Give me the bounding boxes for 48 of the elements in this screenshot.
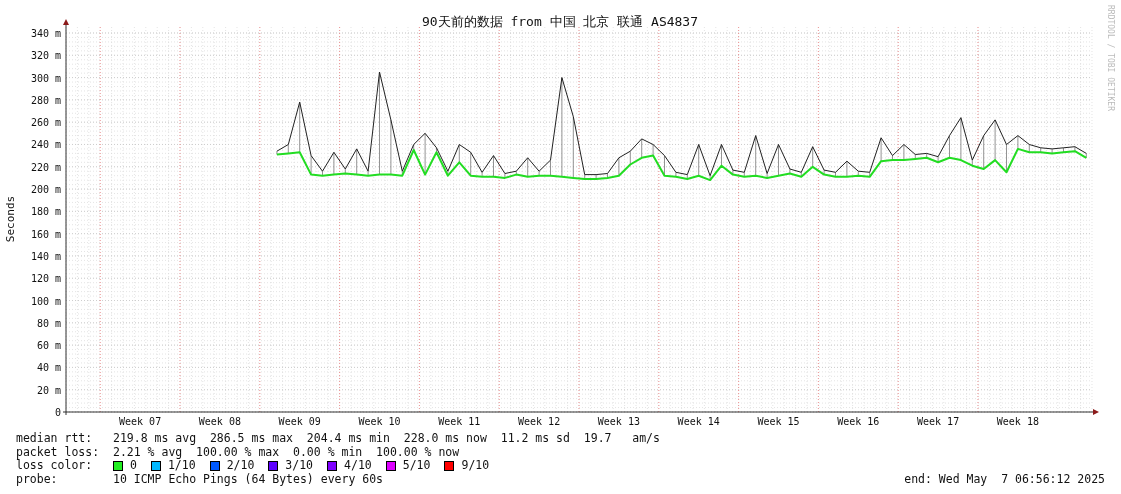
y-tick-label: 180 m: [30, 206, 61, 218]
legend-value: 2.21 % avg 100.00 % max 0.00 % min 100.00 % now: [113, 445, 460, 460]
legend-label: loss color:: [16, 459, 94, 473]
x-tick-label: Week 12: [518, 416, 561, 427]
y-tick-label: 340 m: [30, 28, 61, 39]
x-tick-label: Week 08: [198, 416, 241, 427]
y-tick-label: 140 m: [30, 250, 61, 262]
x-tick-label: Week 18: [996, 416, 1039, 427]
legend-value: 1/10: [167, 459, 196, 473]
x-tick-label: Week 13: [597, 416, 640, 427]
y-tick-label: 200 m: [30, 184, 61, 196]
chart-title: 90天前的数据 from 中国 北京 联通 AS4837: [421, 14, 699, 29]
y-tick-label: 280 m: [30, 94, 61, 106]
credit-text: RRDTOOL / TOBI OETIKER: [1106, 5, 1115, 111]
legend-value: 219.8 ms avg 286.5 ms max 204.4 ms min 228.0 ms now 11.2 ms sd 19.7 am/s: [113, 432, 660, 446]
x-tick-label: Week 10: [358, 416, 401, 427]
x-tick-label: Week 07: [119, 416, 162, 427]
x-tick-label: Week 16: [837, 416, 880, 427]
y-tick-label: 40 m: [36, 362, 61, 374]
legend-value: 9/10: [461, 459, 490, 473]
y-tick-label: 320 m: [30, 50, 61, 62]
x-tick-label: Week 11: [438, 416, 481, 427]
x-tick-label: Week 14: [677, 416, 720, 427]
y-tick-label: 20 m: [36, 384, 61, 396]
y-tick-label: 80 m: [36, 317, 61, 329]
legend-value: 0: [130, 459, 137, 473]
legend-label: probe:: [16, 472, 59, 487]
y-tick-label: 240 m: [30, 139, 61, 151]
legend-value: 2/10: [226, 459, 255, 473]
end-time: end: Wed May 7 06:56:12 2025: [904, 472, 1105, 487]
y-tick-label: 160 m: [30, 228, 61, 240]
x-tick-label: Week 15: [757, 416, 800, 427]
x-tick-label: Week 09: [278, 416, 321, 427]
y-tick-label: 120 m: [30, 273, 61, 285]
legend-value: 5/10: [402, 459, 431, 473]
legend-label: packet loss:: [16, 445, 101, 459]
y-tick-label: 300 m: [30, 72, 61, 84]
legend-value: 4/10: [344, 459, 372, 473]
y-axis-label: Seconds: [4, 195, 17, 243]
legend-label: median rtt:: [16, 432, 94, 446]
x-tick-label: Week 17: [917, 416, 960, 427]
y-tick-label: 260 m: [30, 117, 61, 129]
y-tick-label: 100 m: [30, 295, 61, 307]
legend-value: 10 ICMP Echo Pings (64 Bytes) every 60s: [113, 472, 384, 487]
y-tick-label: 60 m: [36, 340, 61, 352]
legend-value: 3/10: [285, 459, 314, 473]
y-tick-label: 220 m: [30, 161, 61, 173]
y-tick-label: 0: [54, 407, 61, 418]
